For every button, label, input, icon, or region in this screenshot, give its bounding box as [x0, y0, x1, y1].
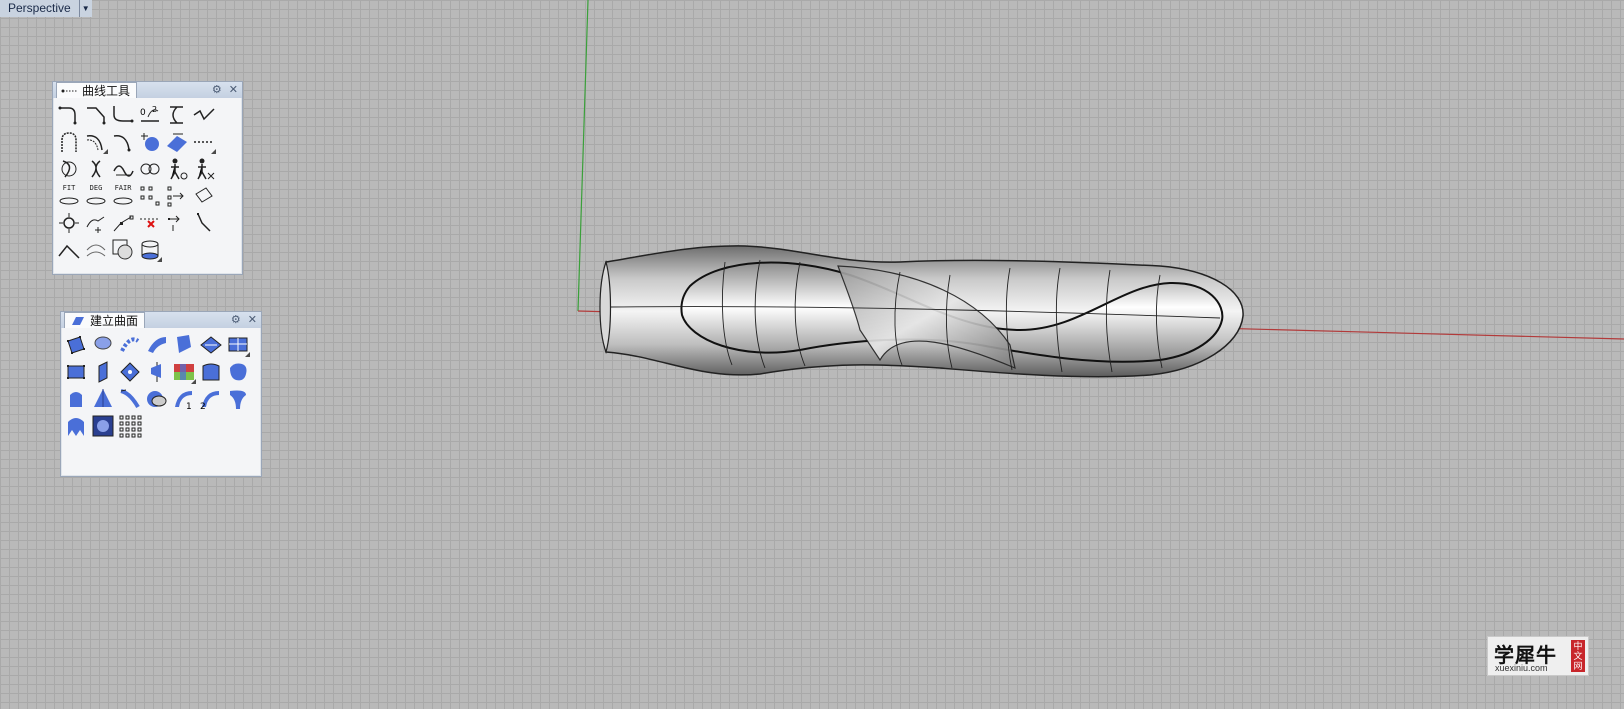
surface-tab-icon — [72, 316, 84, 325]
edge-surface-icon[interactable] — [172, 333, 196, 357]
patch-blend-icon[interactable] — [145, 387, 169, 411]
offset-on-surface-icon[interactable] — [165, 130, 189, 154]
curve-tab-icon — [61, 89, 78, 92]
loft-icon[interactable] — [145, 333, 169, 357]
remove-knot-icon[interactable] — [165, 184, 189, 208]
sweep-icon[interactable] — [118, 333, 142, 357]
arc-blend-icon[interactable] — [57, 130, 81, 154]
watermark-url: xuexiniu.com — [1495, 663, 1548, 673]
fair-icon[interactable]: FAIR — [111, 184, 135, 208]
network-surface-icon[interactable] — [145, 360, 169, 384]
extrude-surface-icon[interactable] — [91, 360, 115, 384]
svg-text:1: 1 — [186, 402, 192, 411]
insert-point-icon[interactable] — [111, 211, 135, 235]
sphere-convert-icon[interactable] — [111, 238, 135, 262]
watermark-logo: 学犀牛 xuexiniu.com 中文网 — [1487, 636, 1589, 676]
corner-surface-icon[interactable] — [64, 360, 88, 384]
handle-model — [599, 245, 1244, 378]
move-point-icon[interactable] — [165, 211, 189, 235]
sweep-one-icon[interactable]: 1 — [172, 387, 196, 411]
convert-polyline-icon[interactable] — [57, 238, 81, 262]
point-on-curve-icon[interactable] — [57, 211, 81, 235]
sweep-rail-icon[interactable] — [118, 387, 142, 411]
y-axis-line — [577, 0, 589, 312]
panel-header[interactable]: 建立曲面 ⚙ ✕ — [61, 312, 261, 328]
simplify-curve-icon[interactable] — [138, 157, 162, 181]
curve-chamfer-icon[interactable] — [84, 103, 108, 127]
curve-on-surface-icon[interactable] — [138, 130, 162, 154]
pyramid-icon[interactable] — [91, 387, 115, 411]
surface-create-panel[interactable]: 建立曲面 ⚙ ✕ 1 2 — [60, 311, 262, 477]
patch-icon[interactable] — [91, 333, 115, 357]
viewport-label[interactable]: Perspective ▼ — [0, 0, 92, 17]
adjust-seam-icon[interactable] — [192, 157, 216, 181]
planar-surface-icon[interactable] — [199, 333, 223, 357]
revolve-surface-icon[interactable] — [118, 360, 142, 384]
panel-title: 建立曲面 — [90, 314, 139, 328]
curve-fillet-icon[interactable] — [57, 103, 81, 127]
watermark-seal: 中文网 — [1571, 640, 1585, 672]
heightfield-image-icon[interactable] — [91, 414, 115, 438]
deg-label: DEG — [89, 184, 103, 192]
point-grid-icon[interactable] — [118, 414, 142, 438]
extrude-cap-icon[interactable] — [64, 387, 88, 411]
drape-icon[interactable] — [172, 360, 196, 384]
arc-convert-icon[interactable] — [84, 238, 108, 262]
surface-from-points-icon[interactable] — [64, 333, 88, 357]
remove-point-icon[interactable] — [138, 211, 162, 235]
extend-curve-icon[interactable] — [111, 130, 135, 154]
refit-curve-icon[interactable] — [84, 157, 108, 181]
blob-icon[interactable] — [226, 360, 250, 384]
heightfield-icon[interactable] — [199, 360, 223, 384]
svg-text:2: 2 — [200, 402, 206, 411]
drape-mesh-icon[interactable] — [64, 414, 88, 438]
panel-title: 曲线工具 — [82, 84, 131, 98]
grid-surface-icon[interactable] — [226, 333, 250, 357]
curve-connect-icon[interactable] — [192, 103, 216, 127]
cylinder-convert-icon[interactable] — [138, 238, 162, 262]
flow-surface-icon[interactable] — [226, 387, 250, 411]
close-icon[interactable]: ✕ — [229, 83, 238, 97]
add-kink-icon[interactable] — [84, 211, 108, 235]
fit-curve-icon[interactable]: FIT — [57, 184, 81, 208]
settings-gear-icon[interactable]: ⚙ — [231, 313, 241, 327]
tab-curve-tools[interactable]: 曲线工具 — [56, 82, 138, 98]
match-curve-icon[interactable]: 02 — [138, 103, 162, 127]
close-icon[interactable]: ✕ — [248, 313, 257, 327]
fair-curve-icon[interactable] — [111, 157, 135, 181]
fit-label: FIT — [62, 184, 76, 192]
panel-header[interactable]: 曲线工具 ⚙ ✕ — [53, 82, 242, 98]
rebuild-curve-icon[interactable] — [57, 157, 81, 181]
viewport-name[interactable]: Perspective — [0, 0, 80, 17]
settings-gear-icon[interactable]: ⚙ — [212, 83, 222, 97]
insert-knot-icon[interactable] — [138, 184, 162, 208]
crv-seam-icon[interactable] — [192, 184, 216, 208]
degree-curve-icon[interactable]: DEG — [84, 184, 108, 208]
offset-curve-icon[interactable] — [84, 130, 108, 154]
change-degree-icon[interactable] — [165, 157, 189, 181]
corner-icon[interactable] — [192, 211, 216, 235]
fair-label: FAIR — [114, 184, 132, 192]
tab-surface-create[interactable]: 建立曲面 — [64, 312, 146, 328]
svg-text:0: 0 — [140, 108, 146, 118]
viewport-dropdown-icon[interactable]: ▼ — [79, 0, 92, 17]
curve-tools-panel[interactable]: 曲线工具 ⚙ ✕ 02 FIT DEG FAIR — [52, 81, 243, 275]
adjustable-blend-icon[interactable] — [165, 103, 189, 127]
blend-curve-icon[interactable] — [111, 103, 135, 127]
sweep-two-icon[interactable]: 2 — [199, 387, 223, 411]
dashed-curve-icon[interactable] — [192, 130, 216, 154]
